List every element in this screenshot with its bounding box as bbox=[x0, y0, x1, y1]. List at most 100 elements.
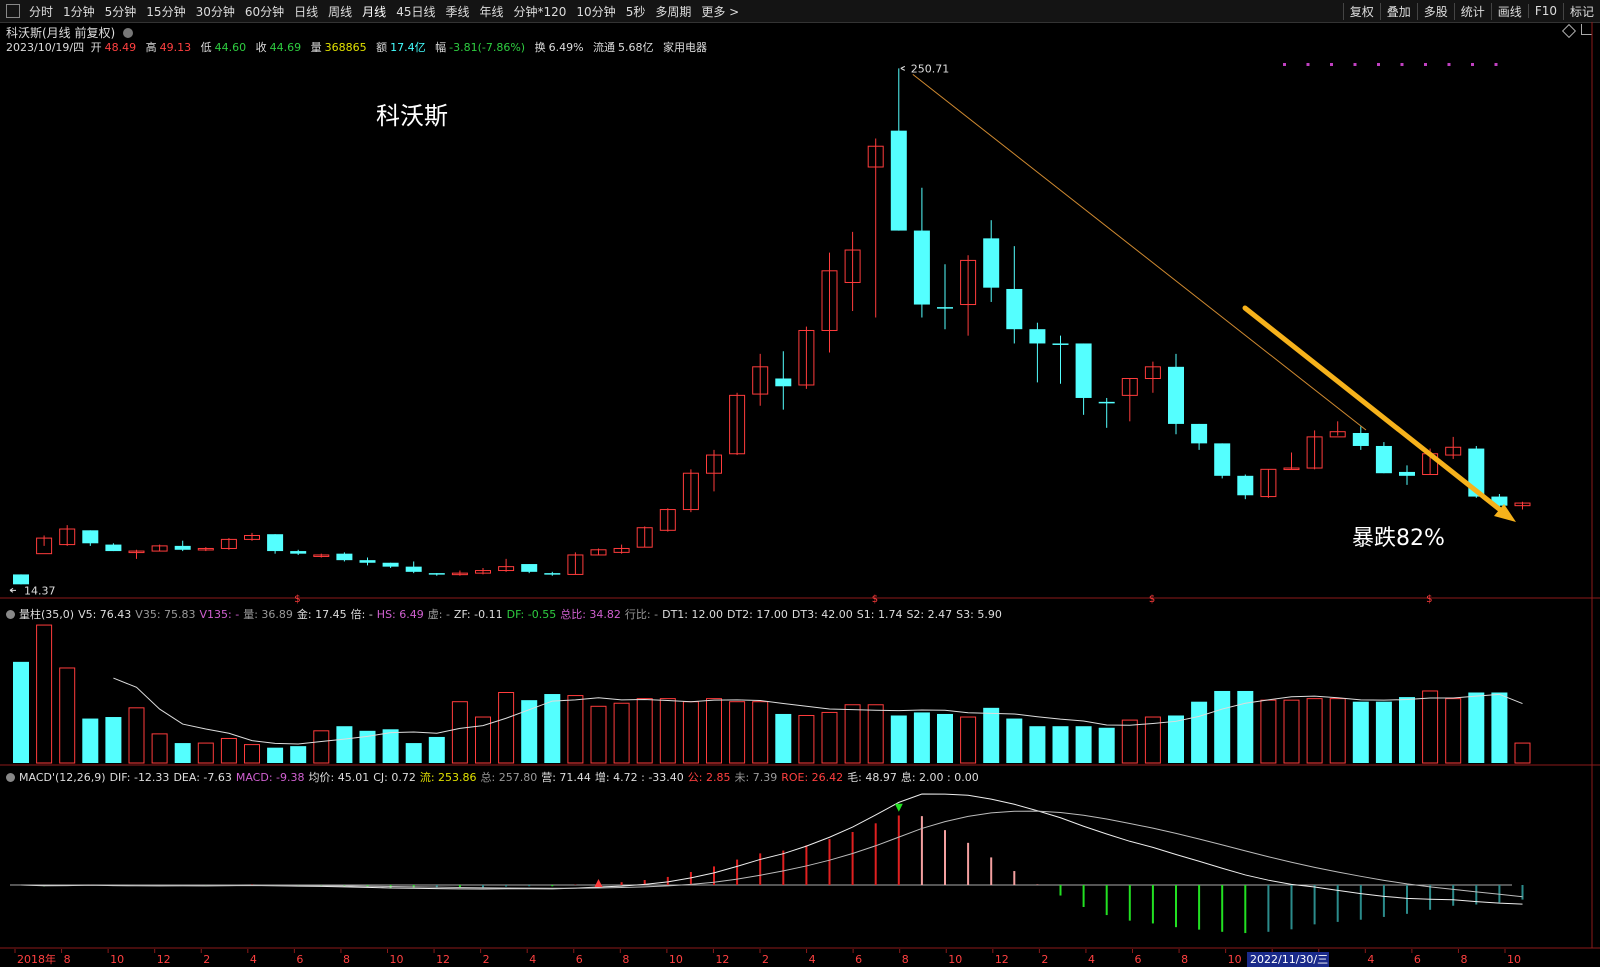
indicator-value: 倍: - bbox=[350, 608, 373, 621]
volume-indicator-name[interactable]: 量柱(35,0) bbox=[19, 608, 74, 621]
indicator-value: 行比: - bbox=[624, 608, 659, 621]
indicator-value: 毛: 48.97 bbox=[847, 771, 897, 784]
indicator-value: 虚: - bbox=[427, 608, 450, 621]
volume-bar bbox=[1514, 742, 1531, 764]
volume-bar bbox=[1029, 726, 1046, 763]
candle-body bbox=[174, 545, 191, 550]
volume-bar bbox=[82, 718, 99, 763]
volume-bar bbox=[913, 712, 930, 763]
candle-body bbox=[521, 564, 538, 572]
indicator-value: DT1: 12.00 bbox=[662, 608, 723, 621]
candle-body bbox=[937, 307, 953, 309]
candle-body bbox=[1006, 288, 1023, 330]
indicator-value: 流: 253.86 bbox=[419, 771, 477, 784]
volume-bar bbox=[1306, 698, 1323, 764]
indicator-value: S1: 1.74 bbox=[856, 608, 903, 621]
volume-bar bbox=[405, 743, 422, 763]
macd-panel-label: MACD'(12,26,9) DIF: -12.33 DEA: -7.63 MACD:… bbox=[6, 769, 987, 785]
candle-body bbox=[1098, 401, 1115, 404]
volume-bar bbox=[590, 705, 607, 764]
volume-bar bbox=[1399, 697, 1415, 763]
volume-bar bbox=[706, 698, 722, 764]
volume-bar bbox=[682, 701, 699, 764]
volume-bar bbox=[1191, 701, 1208, 763]
min-pointer bbox=[9, 587, 16, 593]
candle-body bbox=[82, 530, 99, 544]
axis-label: 4 bbox=[809, 953, 816, 966]
indicator-value: 营: 71.44 bbox=[541, 771, 591, 784]
indicator-value: V35: 75.83 bbox=[135, 608, 196, 621]
candle-body bbox=[382, 562, 399, 567]
axis-label: 2018年 bbox=[17, 952, 56, 966]
macd-indicator-name[interactable]: MACD'(12,26,9) bbox=[19, 771, 106, 784]
panel-settings-icon[interactable] bbox=[6, 773, 15, 782]
volume-bar bbox=[775, 713, 792, 763]
axis-label: 2 bbox=[203, 953, 210, 966]
volume-ma-line bbox=[113, 677, 1523, 745]
volume-bar bbox=[659, 698, 676, 764]
x-axis: 2018年 8 10 12 2 4 6 8 10 12 2 4 6 8 10 12 2 4 6 8 10 12 2 4 6 8 10… bbox=[14, 949, 1521, 967]
axis-label: 10 bbox=[1228, 953, 1242, 966]
indicator-value: 量: 36.89 bbox=[243, 608, 293, 621]
candle-body bbox=[983, 238, 1000, 288]
indicator-value: MACD: -9.38 bbox=[235, 771, 305, 784]
axis-label: 6 bbox=[296, 953, 303, 966]
volume-bar bbox=[544, 694, 561, 763]
candle-body bbox=[13, 574, 29, 585]
candle-body bbox=[1075, 343, 1092, 398]
volume-bar bbox=[498, 692, 515, 764]
axis-label: 8 bbox=[1181, 953, 1188, 966]
volume-bar bbox=[1260, 699, 1277, 764]
volume-bar bbox=[428, 736, 445, 763]
volume-bar bbox=[729, 701, 746, 764]
candle-body bbox=[359, 560, 376, 563]
axis-label: 8 bbox=[622, 953, 629, 966]
axis-label: 2 bbox=[1041, 953, 1048, 966]
volume-bar bbox=[636, 698, 653, 764]
volume-bar bbox=[151, 733, 168, 764]
volume-bar bbox=[220, 737, 237, 764]
max-pointer bbox=[900, 65, 906, 71]
panel-settings-icon[interactable] bbox=[6, 610, 15, 619]
volume-bar bbox=[1098, 727, 1115, 763]
axis-label: 6 bbox=[855, 953, 862, 966]
volume-bar bbox=[937, 713, 953, 763]
candle-body bbox=[267, 534, 284, 552]
volume-bar bbox=[1168, 715, 1184, 763]
macd-bars bbox=[10, 793, 1524, 934]
golden-cross-arrow bbox=[594, 879, 603, 887]
volume-bar bbox=[382, 729, 399, 763]
volume-bar bbox=[1352, 701, 1369, 763]
kline-chart[interactable]: 2018年 8 10 12 2 4 6 8 10 12 2 4 6 8 10 12 2 4 6 8 10 12 2 4 6 8 10… bbox=[0, 0, 1600, 967]
axis-label: 10 bbox=[1507, 953, 1521, 966]
macd-dif-line bbox=[20, 793, 1523, 905]
volume-bar bbox=[13, 661, 29, 763]
candle-body bbox=[405, 566, 422, 572]
max-price-label: 250.71 bbox=[911, 62, 950, 75]
volume-bar bbox=[313, 730, 330, 764]
indicator-value: 总比: 34.82 bbox=[560, 608, 621, 621]
indicator-value: DIF: -12.33 bbox=[109, 771, 170, 784]
volume-bar bbox=[1283, 699, 1300, 764]
volume-bar bbox=[290, 746, 307, 763]
axis-label: 2 bbox=[762, 953, 769, 966]
signal-dot bbox=[1353, 63, 1357, 66]
s-marker: $ bbox=[1149, 594, 1155, 605]
volume-bar bbox=[1006, 718, 1023, 763]
volume-bar bbox=[1468, 692, 1485, 763]
candle-body bbox=[1191, 423, 1208, 444]
indicator-value: ROE: 26.42 bbox=[781, 771, 844, 784]
axis-label: 6 bbox=[1414, 953, 1421, 966]
volume-panel-label: 量柱(35,0) V5: 76.43 V35: 75.83 V135: - 量: 36.… bbox=[6, 606, 1010, 622]
candle-body bbox=[290, 551, 307, 554]
s-marker: $ bbox=[294, 594, 300, 605]
volume-bar bbox=[1422, 690, 1439, 764]
indicator-value: 息: 2.00 : 0.00 bbox=[900, 771, 979, 784]
volume-bar bbox=[613, 702, 630, 764]
volume-bar bbox=[336, 726, 353, 763]
volume-bar bbox=[1075, 726, 1092, 763]
axis-label: 12 bbox=[436, 953, 450, 966]
s-marker: $ bbox=[1426, 594, 1432, 605]
signal-dot bbox=[1283, 63, 1286, 66]
indicator-value: S2: 2.47 bbox=[906, 608, 953, 621]
